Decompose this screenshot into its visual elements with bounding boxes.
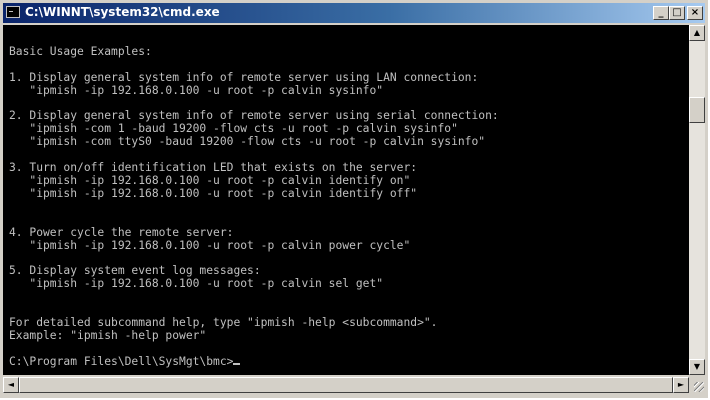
maximize-button[interactable]: □ [669,6,685,20]
title-bar[interactable]: C:\WINNT\system32\cmd.exe _ □ × [3,3,705,23]
console-line: "ipmish -ip 192.168.0.100 -u root -p cal… [9,173,411,187]
scroll-right-button[interactable]: ► [673,377,689,393]
console-line: 4. Power cycle the remote server: [9,225,234,239]
console-line: "ipmish -ip 192.168.0.100 -u root -p cal… [9,238,411,252]
window-title: C:\WINNT\system32\cmd.exe [25,5,220,19]
horizontal-scrollbar[interactable]: ◄ ► [3,377,689,393]
console-app-icon[interactable] [6,6,20,18]
resize-grip-icon [694,382,704,392]
console-line: 3. Turn on/off identification LED that e… [9,161,418,175]
console-line: "ipmish -ip 192.168.0.100 -u root -p cal… [9,277,384,291]
command-prompt: C:\Program Files\Dell\SysMgt\bmc> [9,354,234,368]
console-line: "ipmish -com ttyS0 -baud 19200 -flow cts… [9,135,486,149]
console-line: "ipmish -com 1 -baud 19200 -flow cts -u … [9,122,458,136]
horizontal-scroll-thumb[interactable] [19,377,673,393]
console-line: 5. Display system event log messages: [9,264,261,278]
scroll-up-button[interactable]: ▲ [689,25,705,41]
minimize-button[interactable]: _ [653,6,669,20]
console-line: Basic Usage Examples: [9,44,152,58]
console-line: For detailed subcommand help, type "ipmi… [9,315,438,329]
console-line: 2. Display general system info of remote… [9,109,499,123]
console-line: "ipmish -ip 192.168.0.100 -u root -p cal… [9,186,418,200]
cmd-window: C:\WINNT\system32\cmd.exe _ □ × Basic Us… [0,0,708,398]
vertical-scrollbar[interactable]: ▲ ▼ [689,25,705,375]
scroll-down-button[interactable]: ▼ [689,359,705,375]
vertical-scroll-thumb[interactable] [689,97,705,123]
text-cursor [233,362,241,365]
size-grip[interactable] [689,377,705,393]
console-output[interactable]: Basic Usage Examples: 1. Display general… [3,25,689,375]
close-button[interactable]: × [687,6,703,20]
scroll-left-button[interactable]: ◄ [3,377,19,393]
console-text: Basic Usage Examples: 1. Display general… [3,25,689,369]
console-line: Example: "ipmish -help power" [9,328,207,342]
console-line: 1. Display general system info of remote… [9,70,479,84]
console-line: "ipmish -ip 192.168.0.100 -u root -p cal… [9,83,384,97]
